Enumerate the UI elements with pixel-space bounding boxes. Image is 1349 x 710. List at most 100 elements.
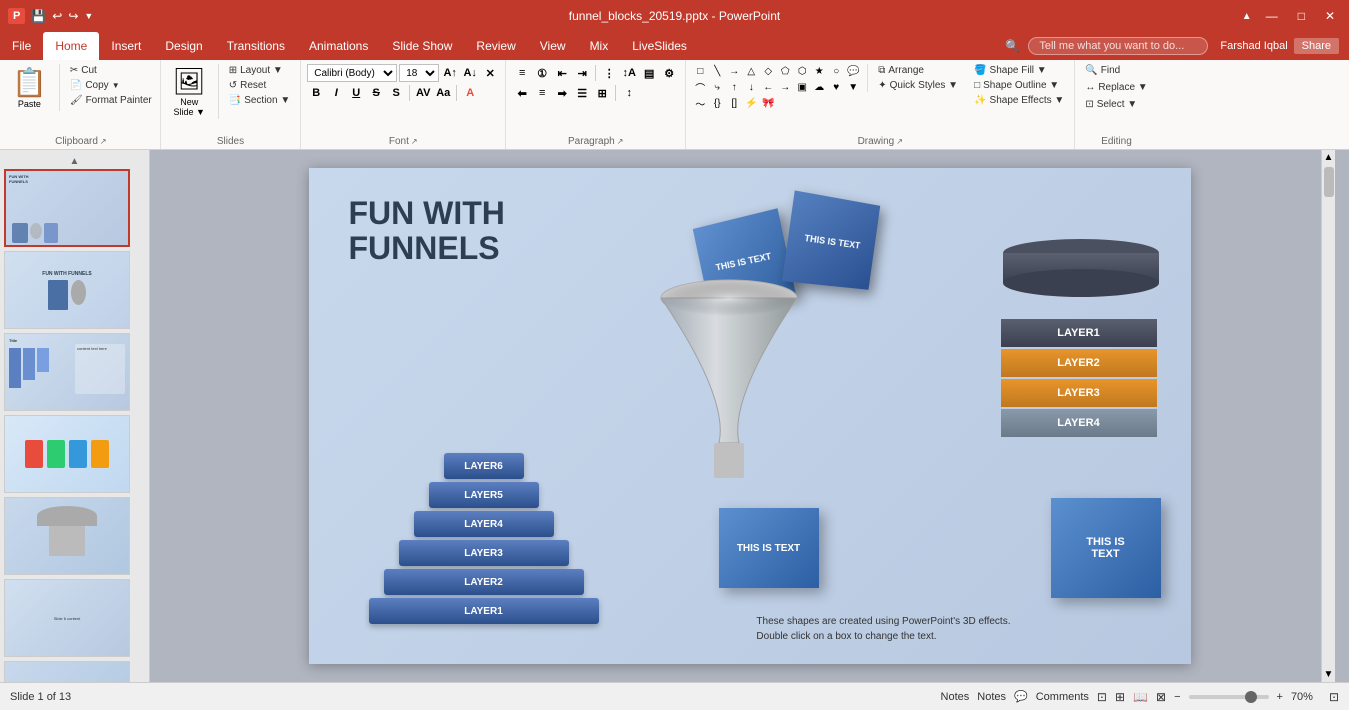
presenter-view-icon[interactable]: ⊠ (1156, 690, 1166, 704)
shape-rarrow[interactable]: → (777, 80, 793, 94)
search-input[interactable] (1028, 37, 1208, 55)
shape-darrow[interactable]: ↓ (743, 80, 759, 94)
right-layer-4[interactable]: LAYER4 (1001, 409, 1157, 437)
shape-brace[interactable]: {} (709, 96, 725, 110)
find-button[interactable]: 🔍 Find (1081, 64, 1151, 77)
zoom-slider[interactable] (1189, 695, 1269, 699)
right-layer-2[interactable]: LAYER2 (1001, 349, 1157, 377)
menu-mix[interactable]: Mix (578, 32, 621, 60)
reset-button[interactable]: ↺ Reset (225, 79, 294, 92)
slide-item-3[interactable]: 3 ★ Title content text here (4, 333, 145, 411)
right-layer-3[interactable]: LAYER3 (1001, 379, 1157, 407)
ribbon-toggle-icon[interactable]: ▲ (1242, 11, 1252, 22)
shape-callout[interactable]: 💬 (845, 64, 861, 78)
shape-rect[interactable]: □ (692, 64, 708, 78)
decrease-indent-button[interactable]: ⇤ (553, 64, 571, 82)
shape-curve[interactable]: ⌒ (692, 80, 708, 94)
menu-design[interactable]: Design (153, 32, 214, 60)
shape-uarrow[interactable]: ↑ (726, 80, 742, 94)
arrange-button[interactable]: ⧉ Arrange (874, 64, 962, 77)
shape-triangle[interactable]: △ (743, 64, 759, 78)
editing-select-button[interactable]: ⊡ Select ▼ (1081, 98, 1151, 111)
close-button[interactable]: ✕ (1319, 9, 1341, 23)
layer-3[interactable]: LAYER3 (399, 540, 569, 566)
normal-view-icon[interactable]: ⊡ (1097, 690, 1107, 704)
menu-home[interactable]: Home (43, 32, 99, 60)
paste-button[interactable]: 📋 Paste (6, 64, 53, 111)
copy-button[interactable]: 📄 Copy ▼ (66, 79, 156, 92)
shape-more[interactable]: ▼ (845, 80, 861, 94)
slide-item-4[interactable]: 4 ★ (4, 415, 145, 493)
font-color-button[interactable]: A (461, 84, 479, 102)
menu-insert[interactable]: Insert (99, 32, 153, 60)
drawing-expand-icon[interactable]: ↗ (896, 137, 903, 146)
font-name-select[interactable]: Calibri (Body) (307, 64, 397, 82)
zoom-in-button[interactable]: + (1277, 691, 1283, 703)
comments-button[interactable]: 💬 (1014, 690, 1028, 703)
align-left-button[interactable]: ⬅ (513, 84, 531, 102)
undo-icon[interactable]: ↩ (52, 9, 62, 23)
shape-larrow[interactable]: ← (760, 80, 776, 94)
zoom-out-button[interactable]: − (1174, 691, 1180, 703)
layer-6[interactable]: LAYER6 (444, 453, 524, 479)
align-text-button[interactable]: ▤ (640, 64, 658, 82)
shape-cloud[interactable]: ☁ (811, 80, 827, 94)
italic-button[interactable]: I (327, 84, 345, 102)
shape-outline-button[interactable]: □ Shape Outline ▼ (970, 79, 1068, 92)
user-name[interactable]: Farshad Iqbal (1220, 40, 1287, 52)
zoom-thumb[interactable] (1245, 691, 1257, 703)
slide-item-7[interactable]: 7 ★ (4, 661, 145, 682)
increase-indent-button[interactable]: ⇥ (573, 64, 591, 82)
redo-icon[interactable]: ↪ (68, 9, 78, 23)
menu-animations[interactable]: Animations (297, 32, 380, 60)
align-center-button[interactable]: ≡ (533, 84, 551, 102)
shape-pentagon[interactable]: ⬠ (777, 64, 793, 78)
clear-format-button[interactable]: ✕ (481, 64, 499, 82)
shape-oval[interactable]: ○ (828, 64, 844, 78)
menu-transitions[interactable]: Transitions (215, 32, 297, 60)
clipboard-expand-icon[interactable]: ↗ (100, 137, 107, 146)
notes-button[interactable]: Notes (941, 691, 970, 703)
shape-bolt[interactable]: ⚡ (743, 96, 759, 110)
change-case-button[interactable]: Aa (434, 84, 452, 102)
scroll-thumb[interactable] (1324, 167, 1334, 197)
shape-ribbon[interactable]: 🎀 (760, 96, 776, 110)
customize-icon[interactable]: ▼ (84, 11, 93, 21)
section-button[interactable]: 📑 Section ▼ (225, 94, 294, 107)
shape-hexagon[interactable]: ⬡ (794, 64, 810, 78)
slide-thumb-5[interactable] (4, 497, 130, 575)
layer-2[interactable]: LAYER2 (384, 569, 584, 595)
right-box-below[interactable]: THIS IS TEXT (1051, 498, 1161, 598)
cut-button[interactable]: ✂ Cut (66, 64, 156, 77)
numbering-button[interactable]: ① (533, 64, 551, 82)
shape-fill-button[interactable]: 🪣 Shape Fill ▼ (970, 64, 1068, 77)
slide-thumb-6[interactable]: Slide 6 content (4, 579, 130, 657)
panel-scroll-up[interactable]: ▲ (4, 154, 145, 169)
shape-star[interactable]: ★ (811, 64, 827, 78)
column-button[interactable]: ⊞ (593, 84, 611, 102)
reading-view-icon[interactable]: 📖 (1133, 690, 1148, 704)
decrease-font-button[interactable]: A↓ (461, 64, 479, 82)
columns-button[interactable]: ⋮ (600, 64, 618, 82)
save-icon[interactable]: 💾 (31, 9, 46, 23)
slide-thumb-4[interactable] (4, 415, 130, 493)
align-right-button[interactable]: ➡ (553, 84, 571, 102)
minimize-button[interactable]: — (1260, 9, 1284, 23)
shape-diamond[interactable]: ◇ (760, 64, 776, 78)
right-layer-1[interactable]: LAYER1 (1001, 319, 1157, 347)
slide-item-2[interactable]: 2 ★ FUN WITH FUNNELS (4, 251, 145, 329)
vertical-scrollbar[interactable]: ▲ ▼ (1321, 150, 1335, 682)
justify-button[interactable]: ☰ (573, 84, 591, 102)
text-direction-button[interactable]: ↕A (620, 64, 638, 82)
slide-thumb-1[interactable]: FUN WITHFUNNELS (4, 169, 130, 247)
restore-button[interactable]: □ (1292, 9, 1311, 23)
new-slide-button[interactable]: 🖼 New Slide ▼ (167, 64, 212, 119)
shape-line[interactable]: ╲ (709, 64, 725, 78)
strikethrough-button[interactable]: S (367, 84, 385, 102)
smartart-button[interactable]: ⚙ (660, 64, 678, 82)
shape-squiggle[interactable]: 〜 (692, 96, 708, 110)
bold-button[interactable]: B (307, 84, 325, 102)
font-expand-icon[interactable]: ↗ (411, 137, 418, 146)
char-spacing-button[interactable]: AV (414, 84, 432, 102)
shape-block[interactable]: ▣ (794, 80, 810, 94)
